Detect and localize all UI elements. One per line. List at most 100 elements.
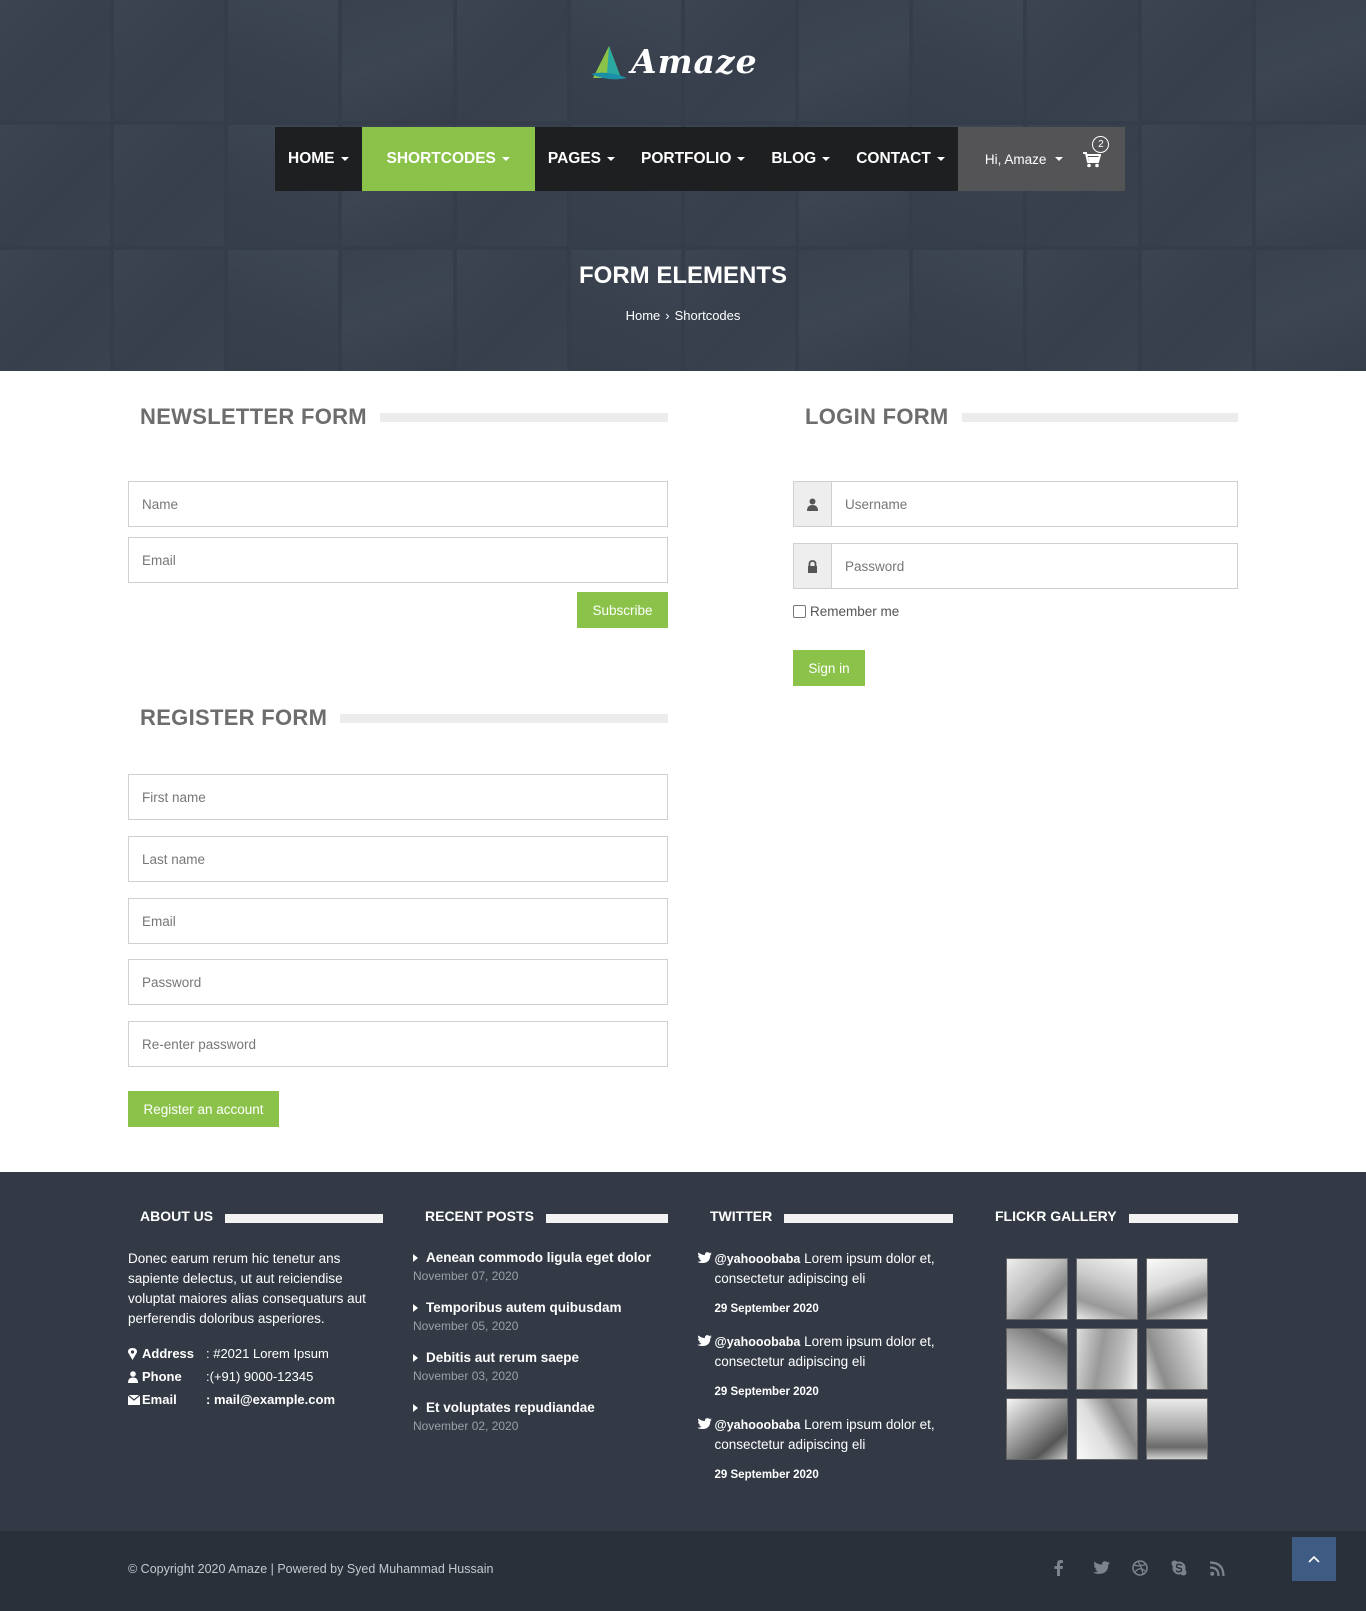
recent-post-link[interactable]: Debitis aut rerum saepe [413, 1350, 673, 1365]
remember-me-checkbox[interactable] [793, 605, 806, 618]
gallery-thumbnail[interactable] [1006, 1258, 1068, 1320]
tweet-date: 29 September 2020 [714, 1303, 819, 1315]
twitter-icon [697, 1332, 715, 1415]
site-logo[interactable]: Amaze [589, 40, 779, 86]
contact-value: : #2021 Lorem Ipsum [206, 1346, 329, 1361]
phone-user-icon [128, 1370, 142, 1383]
register-first-name-input[interactable] [129, 775, 667, 819]
user-menu[interactable]: Hi, Amaze 2 [957, 127, 1125, 191]
caret-right-icon [413, 1303, 418, 1312]
breadcrumb: Home › Shortcodes [0, 308, 1366, 323]
envelope-icon [128, 1394, 142, 1405]
register-reenter-password-input[interactable] [129, 1022, 667, 1066]
chevron-down-icon [1055, 157, 1064, 161]
remember-me: Remember me [793, 604, 899, 619]
recent-post-item: Aenean commodo ligula eget dolor November… [413, 1250, 673, 1300]
tweet-date: 29 September 2020 [714, 1386, 819, 1398]
recent-post-link[interactable]: Temporibus autem quibusdam [413, 1300, 673, 1315]
contact-row-address: Address : #2021 Lorem Ipsum [128, 1342, 335, 1365]
newsletter-email-input[interactable] [129, 538, 667, 582]
gallery-thumbnail[interactable] [1006, 1328, 1068, 1390]
flickr-gallery [1006, 1258, 1208, 1460]
caret-right-icon [413, 1403, 418, 1412]
back-to-top-button[interactable] [1292, 1537, 1336, 1581]
contact-label: Address [142, 1346, 195, 1361]
nav-item-home[interactable]: HOME [275, 127, 362, 191]
chevron-down-icon [936, 157, 945, 161]
recent-posts-list: Aenean commodo ligula eget dolor November… [413, 1250, 673, 1450]
breadcrumb-home-link[interactable]: Home [626, 308, 661, 323]
user-icon [794, 482, 832, 526]
register-email-input[interactable] [129, 899, 667, 943]
rss-icon[interactable] [1210, 1558, 1249, 1578]
skype-icon[interactable] [1171, 1558, 1210, 1578]
register-first-name-field[interactable] [128, 774, 668, 820]
gallery-thumbnail[interactable] [1006, 1398, 1068, 1460]
username-input[interactable] [832, 482, 1237, 526]
password-input[interactable] [832, 544, 1237, 588]
subscribe-button[interactable]: Subscribe [577, 592, 668, 628]
contact-value[interactable]: : mail@example.com [206, 1392, 335, 1407]
twitter-icon[interactable] [1093, 1558, 1132, 1578]
newsletter-email-field[interactable] [128, 537, 668, 583]
tweet-item: @yahooobaba Lorem ipsum dolor et, consec… [697, 1332, 967, 1415]
register-last-name-input[interactable] [129, 837, 667, 881]
about-us-text: Donec earum rerum hic tenetur ans sapien… [128, 1251, 366, 1326]
tweet-item: @yahooobaba Lorem ipsum dolor et, consec… [697, 1415, 967, 1498]
tweet-item: @yahooobaba Lorem ipsum dolor et, consec… [697, 1249, 967, 1332]
cart-icon [1083, 152, 1102, 168]
gallery-thumbnail[interactable] [1076, 1258, 1138, 1320]
caret-right-icon [413, 1253, 418, 1262]
cart-button[interactable]: 2 [1083, 136, 1110, 170]
twitter-icon [697, 1415, 715, 1498]
nav-item-portfolio[interactable]: PORTFOLIO [628, 127, 758, 191]
tweet-handle[interactable]: @yahooobaba [715, 1252, 801, 1266]
about-us-title: ABOUT US [140, 1205, 383, 1227]
chevron-down-icon [501, 157, 510, 161]
chevron-right-icon: › [665, 308, 670, 323]
caret-right-icon [413, 1353, 418, 1362]
sign-in-button[interactable]: Sign in [793, 650, 865, 686]
nav-item-contact[interactable]: CONTACT [843, 127, 958, 191]
lock-icon [794, 544, 832, 588]
recent-post-item: Temporibus autem quibusdam November 05, 2… [413, 1300, 673, 1350]
hero-banner: Amaze HOME SHORTCODES PAGES PORTFOLIO BLOG CO… [0, 0, 1366, 371]
login-section-title: LOGIN FORM [805, 404, 1238, 430]
remember-me-label: Remember me [810, 604, 900, 619]
gallery-thumbnail[interactable] [1076, 1398, 1138, 1460]
nav-item-pages[interactable]: PAGES [535, 127, 628, 191]
register-reenter-password-field[interactable] [128, 1021, 668, 1067]
breadcrumb-current: Shortcodes [674, 308, 741, 323]
register-button[interactable]: Register an account [128, 1091, 279, 1127]
facebook-icon[interactable] [1054, 1558, 1093, 1578]
password-field[interactable] [793, 543, 1238, 589]
tweet-handle[interactable]: @yahooobaba [715, 1418, 801, 1432]
gallery-thumbnail[interactable] [1146, 1258, 1208, 1320]
register-password-field[interactable] [128, 959, 668, 1005]
gallery-thumbnail[interactable] [1146, 1328, 1208, 1390]
username-field[interactable] [793, 481, 1238, 527]
newsletter-name-input[interactable] [129, 482, 667, 526]
recent-post-date: November 07, 2020 [413, 1269, 519, 1283]
contact-row-phone: Phone:(+91) 9000-12345 [128, 1365, 335, 1388]
register-last-name-field[interactable] [128, 836, 668, 882]
recent-post-item: Et voluptates repudiandae November 02, 20… [413, 1400, 673, 1450]
register-email-field[interactable] [128, 898, 668, 944]
contact-label: Phone [142, 1369, 182, 1384]
recent-post-link[interactable]: Et voluptates repudiandae [413, 1400, 673, 1415]
newsletter-section-title: NEWSLETTER FORM [140, 404, 668, 430]
register-password-input[interactable] [129, 960, 667, 1004]
user-greeting: Hi, Amaze [984, 151, 1047, 167]
recent-post-item: Debitis aut rerum saepe November 03, 2020 [413, 1350, 673, 1400]
contact-label: Email [142, 1392, 177, 1407]
logo-sail-icon [591, 46, 627, 80]
gallery-thumbnail[interactable] [1076, 1328, 1138, 1390]
recent-post-link[interactable]: Aenean commodo ligula eget dolor [413, 1250, 673, 1265]
dribbble-icon[interactable] [1132, 1558, 1171, 1578]
gallery-thumbnail[interactable] [1146, 1398, 1208, 1460]
recent-post-date: November 05, 2020 [413, 1319, 519, 1333]
nav-item-shortcodes[interactable]: SHORTCODES [361, 127, 535, 191]
nav-item-blog[interactable]: BLOG [758, 127, 843, 191]
tweet-handle[interactable]: @yahooobaba [715, 1335, 801, 1349]
newsletter-name-field[interactable] [128, 481, 668, 527]
